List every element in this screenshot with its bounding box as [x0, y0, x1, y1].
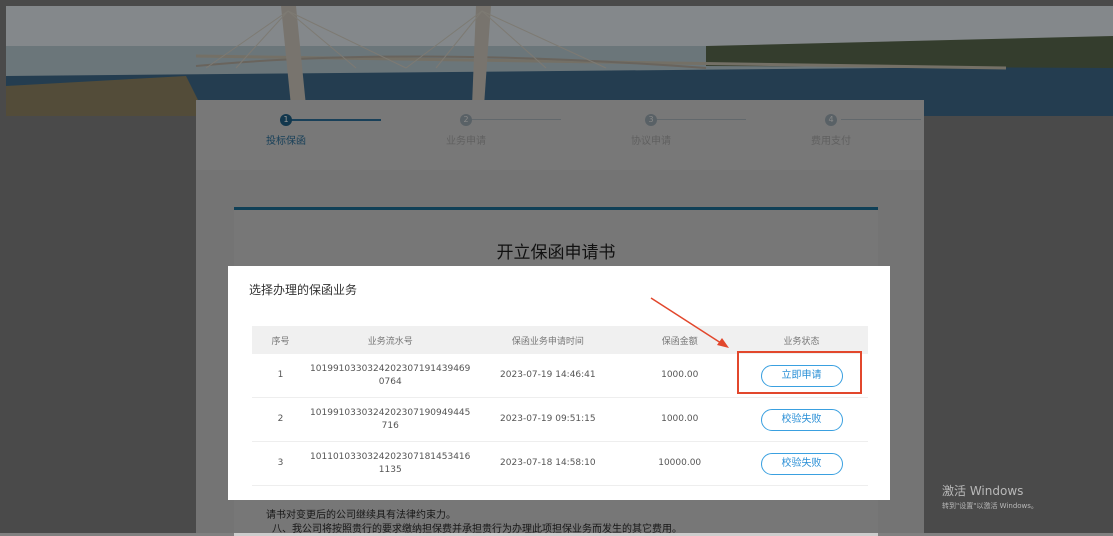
watermark-subtitle: 转到"设置"以激活 Windows。 — [942, 502, 1038, 510]
annotation-arrow — [650, 297, 729, 348]
watermark-title: 激活 Windows — [942, 484, 1024, 498]
annotation-highlight-box — [737, 351, 862, 394]
windows-activation-watermark: 激活 Windows 转到"设置"以激活 Windows。 — [942, 482, 1038, 511]
